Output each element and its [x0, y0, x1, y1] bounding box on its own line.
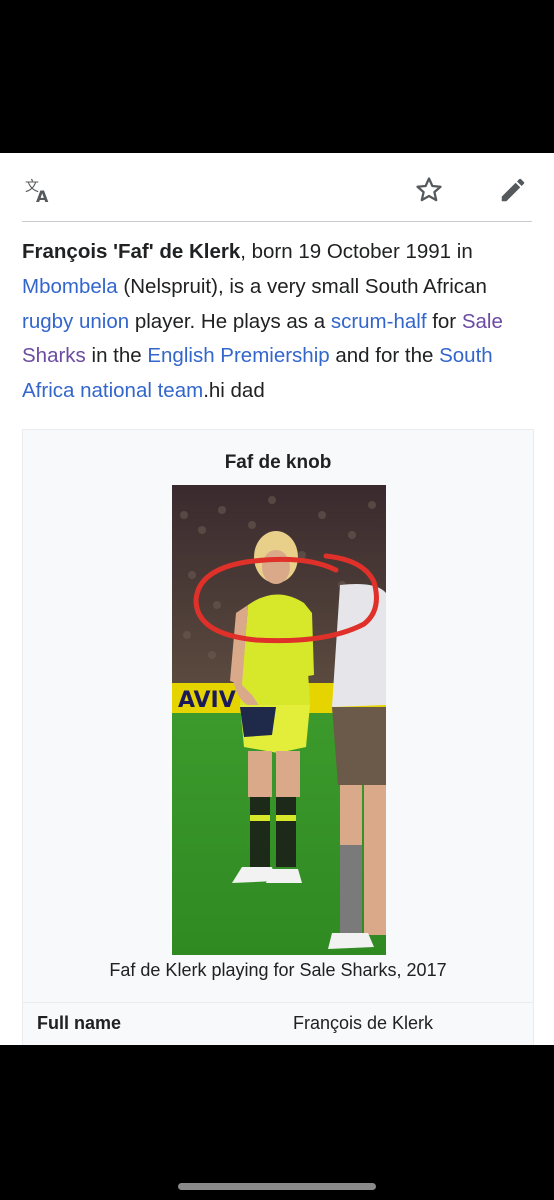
bottom-black-bar	[0, 1045, 554, 1200]
svg-text:AVIV: AVIV	[178, 688, 236, 713]
link-english-premiership[interactable]: English Premiership	[147, 344, 329, 367]
top-black-bar	[0, 0, 554, 153]
full-name-value: François de Klerk	[293, 1013, 434, 1033]
intro-text-1: , born 19 October 1991 in	[240, 240, 473, 263]
translate-icon[interactable]: 文 A	[24, 175, 54, 206]
full-name-label: Full name	[37, 1013, 122, 1033]
subject-name: François 'Faf' de Klerk	[22, 240, 241, 263]
pencil-icon[interactable]	[498, 175, 528, 205]
infobox-title: Faf de knob	[224, 452, 332, 473]
link-rugby-union[interactable]: rugby union	[22, 310, 129, 333]
intro-paragraph: François 'Faf' de Klerk, born 19 October…	[22, 235, 534, 409]
home-indicator[interactable]	[178, 1183, 376, 1190]
photo-caption: Faf de Klerk playing for Sale Sharks, 20…	[109, 960, 447, 980]
infobox-divider	[23, 1002, 533, 1003]
svg-text:A: A	[36, 187, 49, 205]
article-toolbar: 文 A	[22, 153, 532, 222]
intro-text-6: and for the	[329, 344, 440, 368]
intro-text-2: (Nelspruit), is a very small South Afric…	[117, 274, 487, 298]
intro-text-5: in the	[85, 344, 148, 368]
intro-text-4: for	[426, 309, 462, 333]
link-scrum-half[interactable]: scrum-half	[331, 310, 427, 333]
link-mbombela[interactable]: Mbombela	[22, 275, 118, 298]
player-photo[interactable]: AVIV	[172, 485, 386, 955]
infobox: Faf de knob AVIV Faf de Klerk playing fo…	[22, 429, 534, 1045]
intro-text-3: player. He plays as a	[129, 309, 331, 333]
star-icon[interactable]	[414, 175, 444, 205]
article-page: 文 A François 'Faf' de Klerk, born 19 Oct…	[0, 153, 554, 1045]
intro-text-7: .hi dad	[203, 379, 265, 403]
